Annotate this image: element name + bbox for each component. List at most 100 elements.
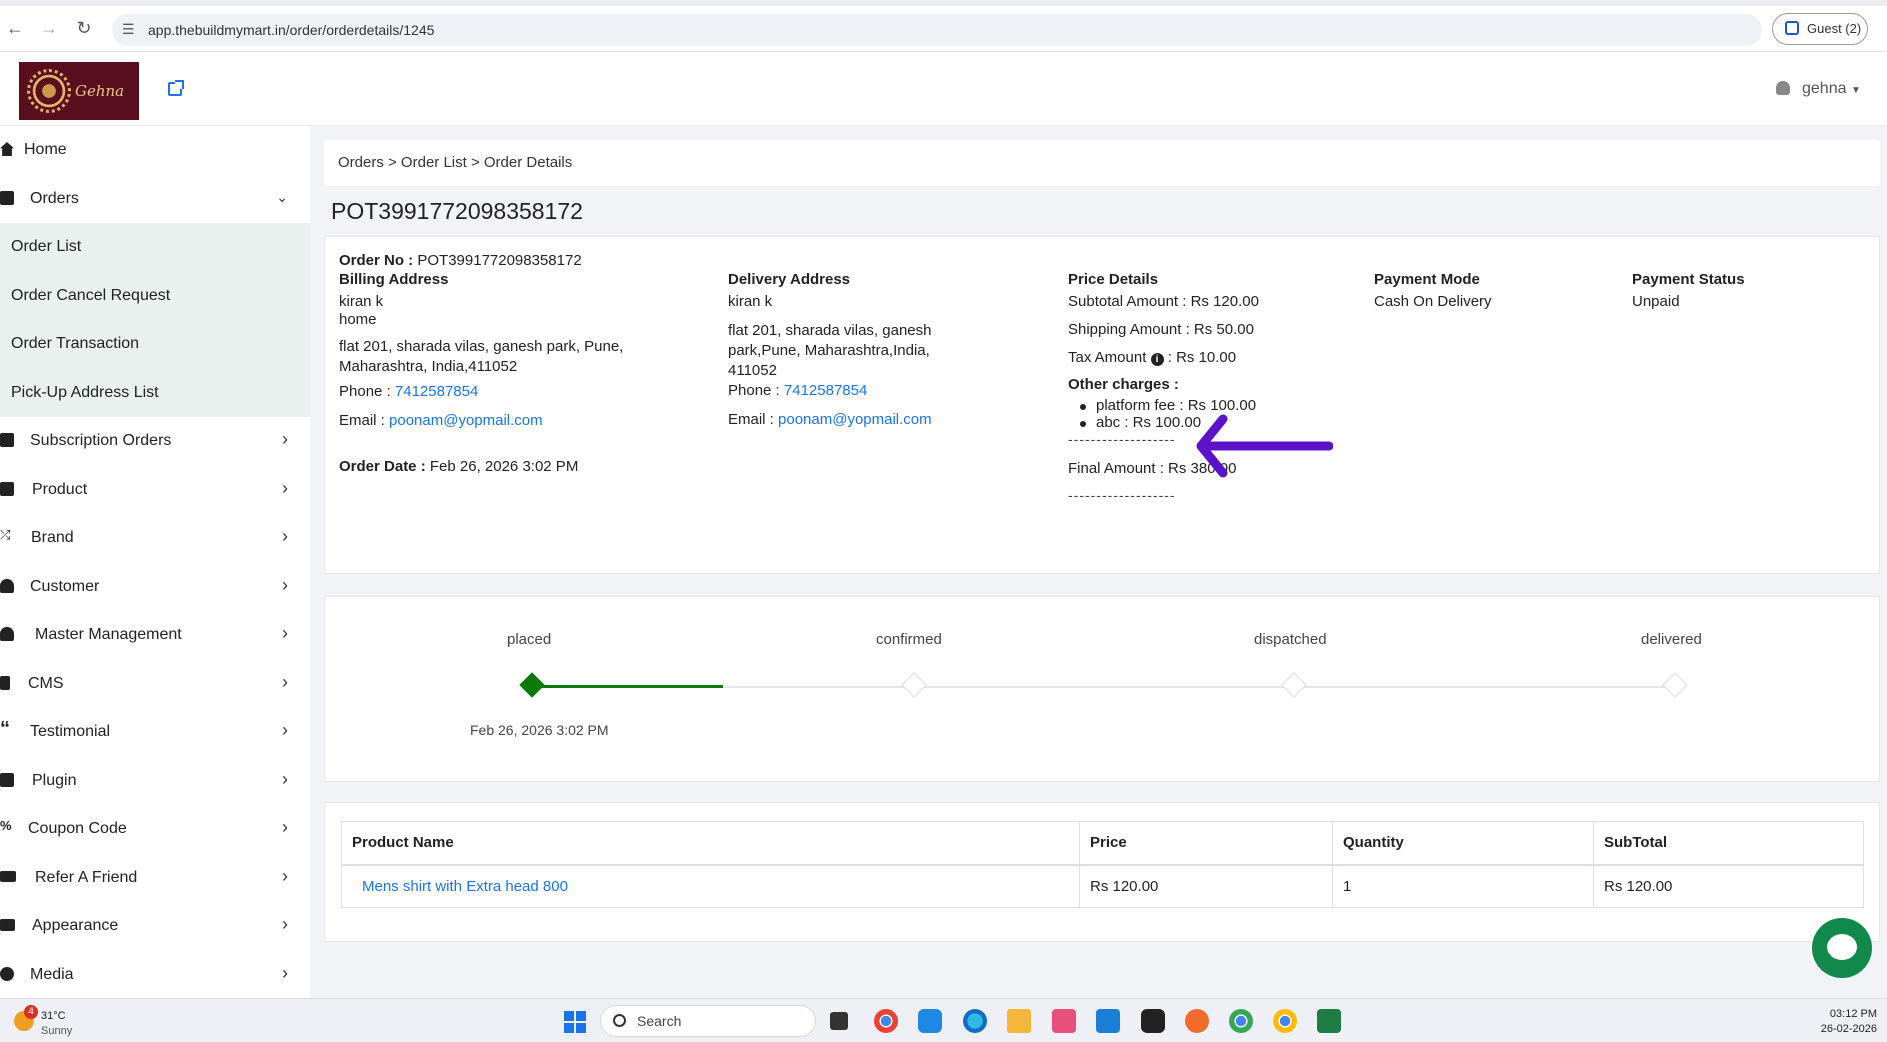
- main-content: Orders > Order List > Order Details POT3…: [310, 126, 1887, 998]
- order-no-label: Order No :: [339, 252, 414, 269]
- sidebar-item-orders[interactable]: Orders ⌄: [0, 175, 310, 224]
- order-tracker-card: placed confirmed dispatched delivered Fe…: [324, 596, 1880, 782]
- sidebar-item-order-transaction[interactable]: Order Transaction: [0, 320, 310, 369]
- sidebar-item-product[interactable]: Product ›: [0, 466, 310, 515]
- delivery-email-link[interactable]: poonam@yopmail.com: [778, 411, 932, 428]
- taskbar-search[interactable]: Search: [600, 1005, 816, 1037]
- step-marker-placed: [519, 672, 545, 698]
- sidebar-item-home[interactable]: Home: [0, 126, 310, 175]
- tax-amount-row: Tax Amount i : Rs 10.00: [1068, 349, 1236, 366]
- billing-email-link[interactable]: poonam@yopmail.com: [389, 412, 543, 429]
- chrome-profile-icon[interactable]: [1273, 1009, 1297, 1033]
- sidebar-item-label: Orders: [30, 189, 79, 207]
- task-view-icon[interactable]: [830, 1012, 848, 1030]
- vscode-icon[interactable]: [918, 1009, 942, 1033]
- temperature: 31°C: [41, 1010, 66, 1022]
- divider-dashes: -------------------: [1068, 487, 1176, 503]
- chrome-profile-icon[interactable]: [1229, 1009, 1253, 1033]
- reload-icon[interactable]: ↻: [73, 17, 95, 39]
- user-icon: [1776, 81, 1790, 95]
- chevron-down-icon: ⌄: [276, 188, 288, 205]
- delivery-email-row: Email : poonam@yopmail.com: [728, 411, 932, 428]
- chevron-right-icon: ›: [282, 962, 288, 983]
- sidebar-item-subscription-orders[interactable]: Subscription Orders ›: [0, 417, 310, 466]
- snipping-tool-icon[interactable]: [1052, 1009, 1076, 1033]
- product-link[interactable]: Mens shirt with Extra head 800: [362, 878, 568, 895]
- sidebar-item-pickup-address-list[interactable]: Pick-Up Address List: [0, 369, 310, 418]
- sidebar-item-label: Testimonial: [30, 723, 111, 740]
- back-icon[interactable]: ←: [4, 17, 26, 39]
- system-clock[interactable]: 03:12 PM 26-02-2026: [1821, 1007, 1877, 1037]
- annotation-arrow-icon: [1196, 414, 1333, 478]
- edge-icon[interactable]: [963, 1009, 987, 1033]
- sidebar-item-media[interactable]: Media ›: [0, 951, 310, 999]
- home-icon: [0, 142, 14, 156]
- shipping-amount: Shipping Amount : Rs 50.00: [1068, 321, 1254, 338]
- billing-name: kiran k: [339, 293, 384, 310]
- address-bar[interactable]: ☰ app.thebuildmymart.in/order/orderdetai…: [112, 14, 1762, 46]
- info-icon[interactable]: i: [1150, 353, 1164, 366]
- chevron-right-icon: ›: [282, 865, 288, 886]
- col-subtotal: SubTotal: [1593, 821, 1864, 866]
- delivery-address: flat 201, sharada vilas, ganesh park,Pun…: [728, 322, 932, 379]
- quote-icon: “: [0, 718, 10, 740]
- file-explorer-icon[interactable]: [1007, 1009, 1031, 1033]
- other-charge-item: abc : Rs 100.00: [1096, 414, 1202, 431]
- billing-phone-link[interactable]: 7412587854: [395, 383, 478, 400]
- keyboard-icon: [0, 870, 16, 882]
- site-settings-icon[interactable]: ☰: [122, 21, 135, 38]
- puzzle-icon: [0, 772, 14, 787]
- products-card: Product Name Price Quantity SubTotal Men…: [324, 802, 1880, 942]
- windows-start-icon[interactable]: [564, 1011, 586, 1033]
- sidebar-item-appearance[interactable]: Appearance ›: [0, 902, 310, 951]
- other-charges-heading: Other charges :: [1068, 376, 1179, 393]
- play-icon: [0, 966, 14, 981]
- divider-dashes: -------------------: [1068, 431, 1176, 447]
- browser-toolbar: ← → ↻ ☰ app.thebuildmymart.in/order/orde…: [0, 0, 1887, 52]
- shuffle-icon: ⤮: [0, 527, 11, 542]
- sidebar-item-order-cancel-request[interactable]: Order Cancel Request: [0, 272, 310, 321]
- step-label-dispatched: dispatched: [1254, 631, 1327, 648]
- sidebar-item-label: Refer A Friend: [35, 868, 138, 886]
- taskbar-search-label: Search: [637, 1013, 682, 1029]
- payment-status-heading: Payment Status: [1632, 271, 1745, 288]
- sidebar-item-customer[interactable]: Customer ›: [0, 563, 310, 612]
- chrome-icon[interactable]: [874, 1009, 898, 1033]
- chevron-right-icon: ›: [282, 623, 288, 643]
- chevron-right-icon: ›: [282, 574, 288, 595]
- sidebar-item-brand[interactable]: ⤮ Brand ›: [0, 514, 310, 563]
- profile-button[interactable]: Guest (2): [1772, 13, 1868, 45]
- bullet: [1080, 421, 1086, 427]
- sidebar-item-refer-a-friend[interactable]: Refer A Friend ›: [0, 854, 310, 903]
- bag-icon: [0, 433, 14, 447]
- logo-medallion-icon: [27, 69, 71, 113]
- step-label-confirmed: confirmed: [876, 631, 942, 648]
- sidebar-item-testimonial[interactable]: “ Testimonial ›: [0, 708, 310, 757]
- sidebar-item-coupon-code[interactable]: % Coupon Code ›: [0, 805, 310, 854]
- sidebar-item-cms[interactable]: CMS ›: [0, 660, 310, 709]
- user-menu[interactable]: gehna ▼: [1776, 80, 1861, 98]
- chevron-right-icon: ›: [282, 720, 288, 740]
- chat-widget-button[interactable]: [1812, 918, 1872, 978]
- postman-icon[interactable]: [1185, 1009, 1209, 1033]
- sidebar-item-label: Appearance: [32, 917, 119, 934]
- brand-logo[interactable]: Gehna: [19, 62, 139, 120]
- chevron-right-icon: ›: [282, 477, 288, 498]
- forward-icon[interactable]: →: [38, 17, 60, 39]
- delivery-phone-link[interactable]: 7412587854: [784, 382, 867, 399]
- table-header-row: Product Name Price Quantity SubTotal: [341, 821, 1864, 866]
- notepad-icon[interactable]: [1096, 1009, 1120, 1033]
- excel-icon[interactable]: [1317, 1009, 1341, 1033]
- col-quantity: Quantity: [1332, 821, 1594, 866]
- terminal-icon[interactable]: [1141, 1009, 1165, 1033]
- page-title: POT3991772098358172: [331, 198, 583, 224]
- app-header: Gehna gehna ▼: [0, 52, 1887, 126]
- tracker-progress: [532, 685, 723, 688]
- sidebar-item-plugin[interactable]: Plugin ›: [0, 757, 310, 806]
- sidebar-item-master-management[interactable]: Master Management ›: [0, 611, 310, 660]
- sidebar-item-order-list[interactable]: Order List: [0, 223, 310, 272]
- bullet: [1080, 404, 1086, 410]
- step-marker-dispatched: [1281, 672, 1307, 698]
- external-link-icon[interactable]: [168, 80, 184, 96]
- sidebar-item-label: Product: [32, 480, 88, 498]
